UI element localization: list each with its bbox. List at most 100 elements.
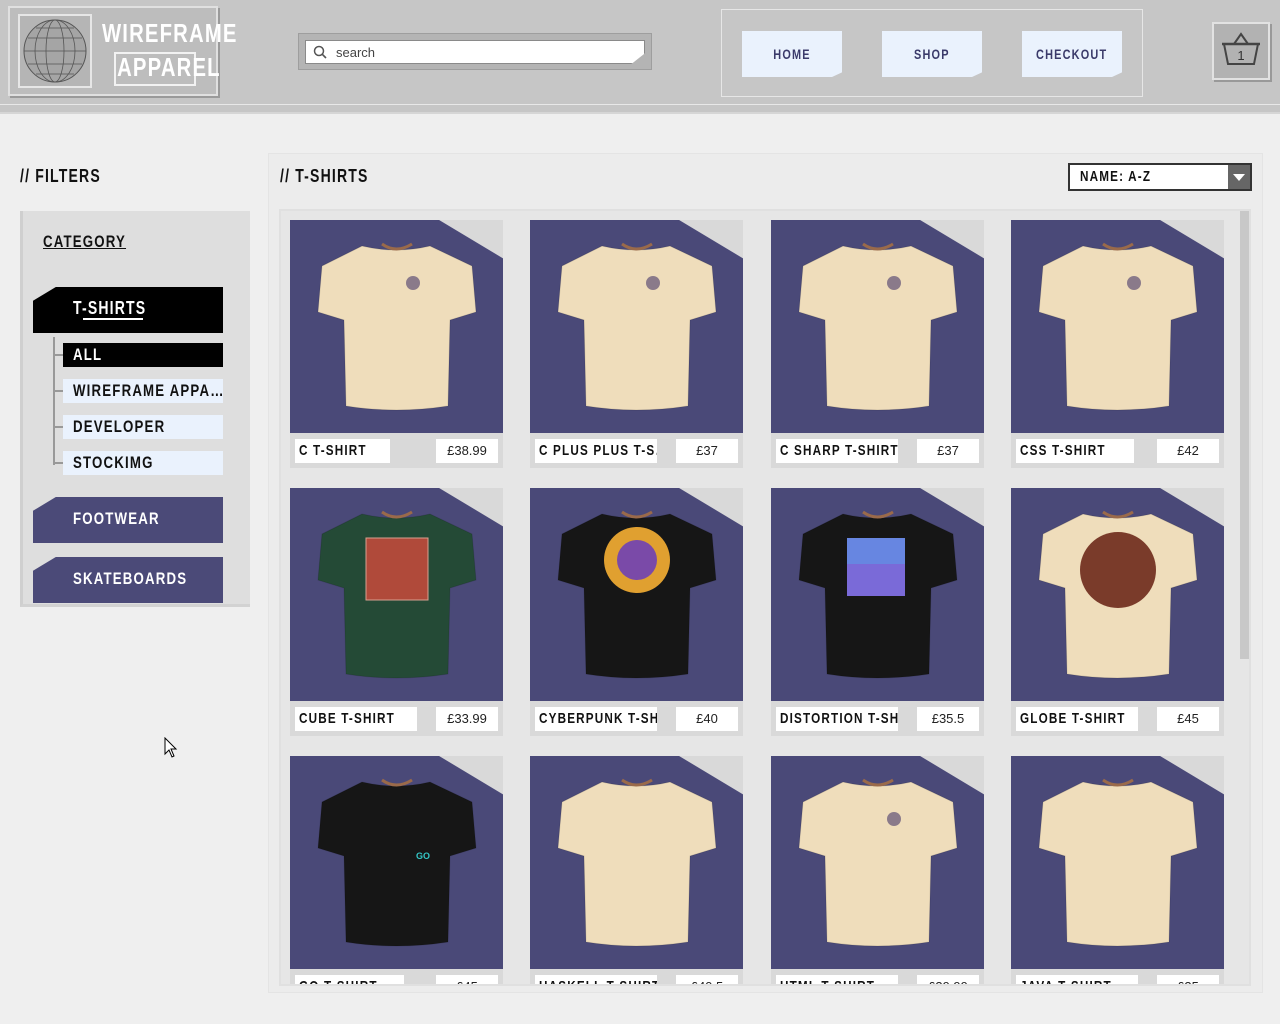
subcategory-stockimg[interactable]: STOCKIMG [63,451,223,475]
product-name-tag: C SHARP T-SHIRT [776,439,898,463]
product-name: GO T-SHIRT [299,975,378,984]
product-name-tag: HTML T-SHIRT [776,975,898,984]
product-image[interactable] [771,488,984,701]
search-placeholder: search [336,45,376,60]
product-name: CUBE T-SHIRT [299,710,395,727]
basket-count: 1 [1237,48,1244,63]
product-card[interactable]: C PLUS PLUS T-S… £37 [530,220,743,468]
category-skateboards-button[interactable]: SKATEBOARDS [33,557,223,603]
product-name-tag: CUBE T-SHIRT [295,707,417,731]
product-name: C SHARP T-SHIRT [780,442,898,459]
subcategory-label: STOCKIMG [73,453,154,472]
product-price: £35.5 [917,707,979,731]
brand-logo[interactable]: WIREFRAME APPAREL [8,6,236,96]
subcategory-wireframe-apparel[interactable]: WIREFRAME APPA… [63,379,223,403]
globe-icon [18,14,92,88]
category-label: CATEGORY [43,232,127,251]
tree-line [53,337,55,465]
product-image[interactable] [1011,756,1224,969]
subcategory-all[interactable]: ALL [63,343,223,367]
tree-tick [53,462,63,464]
subcategory-label: ALL [73,345,103,364]
nav-home-label: HOME [773,46,811,62]
product-price: £45 [1157,707,1219,731]
nav-checkout-button[interactable]: CHECKOUT [1022,31,1122,77]
subcategory-developer[interactable]: DEVELOPER [63,415,223,439]
product-name: C PLUS PLUS T-S… [539,442,657,459]
product-name-tag: C PLUS PLUS T-S… [535,439,657,463]
product-image[interactable] [1011,488,1224,701]
product-card[interactable]: DISTORTION T-SH… £35.5 [771,488,984,736]
product-name: HTML T-SHIRT [780,975,875,984]
product-name: HASKELL T-SHIRT [539,975,657,984]
product-name-tag: HASKELL T-SHIRT [535,975,657,984]
header-divider [0,104,1280,105]
filters-panel: CATEGORY T-SHIRTS ALL WIREFRAME APPA… DE… [20,211,250,607]
svg-text:GO: GO [416,851,430,861]
product-price: £39.99 [917,975,979,984]
product-image[interactable] [530,488,743,701]
product-price: £35 [1157,975,1219,984]
basket-button[interactable]: 1 [1212,22,1270,80]
product-card[interactable]: CSS T-SHIRT £42 [1011,220,1224,468]
product-card[interactable]: CUBE T-SHIRT £33.99 [290,488,503,736]
product-card[interactable]: GLOBE T-SHIRT £45 [1011,488,1224,736]
product-name-tag: C T-SHIRT [295,439,390,463]
active-underline [83,318,143,320]
chevron-down-icon [1228,165,1250,189]
product-name-tag: DISTORTION T-SH… [776,707,898,731]
sort-select[interactable]: NAME: A-Z [1068,163,1252,191]
tree-tick [53,426,63,428]
product-price: £37 [917,439,979,463]
product-price: £45 [436,975,498,984]
product-price: £37 [676,439,738,463]
product-image[interactable] [530,220,743,433]
product-price: £40 [676,707,738,731]
product-image[interactable] [1011,220,1224,433]
product-image[interactable] [771,220,984,433]
grid-scrollbar[interactable] [1240,211,1249,659]
product-name-tag: CSS T-SHIRT [1016,439,1134,463]
basket-icon: 1 [1222,32,1260,65]
subcategory-label: DEVELOPER [73,417,166,436]
nav-home-button[interactable]: HOME [742,31,842,77]
products-title: // T-SHIRTS [280,166,369,186]
mouse-cursor-icon [164,737,178,758]
brand-line-1: WIREFRAME [102,18,238,48]
product-name-tag: JAVA T-SHIRT [1016,975,1138,984]
product-image[interactable] [290,220,503,433]
product-image[interactable]: GO [290,756,503,969]
product-name: GLOBE T-SHIRT [1020,710,1126,727]
filters-title: // FILTERS [20,166,101,186]
product-card[interactable]: HTML T-SHIRT £39.99 [771,756,984,984]
product-name: JAVA T-SHIRT [1020,975,1112,984]
product-price: £33.99 [436,707,498,731]
product-image[interactable] [290,488,503,701]
product-price: £42 [1157,439,1219,463]
brand-line-2: APPAREL [117,52,221,82]
product-image[interactable] [771,756,984,969]
product-card[interactable]: C T-SHIRT £38.99 [290,220,503,468]
tree-tick [53,390,63,392]
product-name: DISTORTION T-SH… [780,710,898,727]
category-tshirts-label: T-SHIRTS [73,298,147,318]
product-card[interactable]: JAVA T-SHIRT £35 [1011,756,1224,984]
product-image[interactable] [530,756,743,969]
main-nav: HOME SHOP CHECKOUT [721,9,1143,97]
product-name: CSS T-SHIRT [1020,442,1106,459]
search-icon [313,45,327,59]
product-name: CYBERPUNK T-SH… [539,710,657,727]
search-input[interactable]: search [305,40,645,64]
sort-value: NAME: A-Z [1080,168,1152,185]
product-name-tag: GLOBE T-SHIRT [1016,707,1138,731]
nav-shop-label: SHOP [914,46,950,62]
product-card[interactable]: GO GO T-SHIRT £45 [290,756,503,984]
category-footwear-button[interactable]: FOOTWEAR [33,497,223,543]
nav-shop-button[interactable]: SHOP [882,31,982,77]
product-price: £38.99 [436,439,498,463]
product-card[interactable]: HASKELL T-SHIRT £40.5 [530,756,743,984]
product-card[interactable]: C SHARP T-SHIRT £37 [771,220,984,468]
category-tshirts-button[interactable]: T-SHIRTS [33,287,223,333]
product-card[interactable]: CYBERPUNK T-SH… £40 [530,488,743,736]
product-name-tag: CYBERPUNK T-SH… [535,707,657,731]
